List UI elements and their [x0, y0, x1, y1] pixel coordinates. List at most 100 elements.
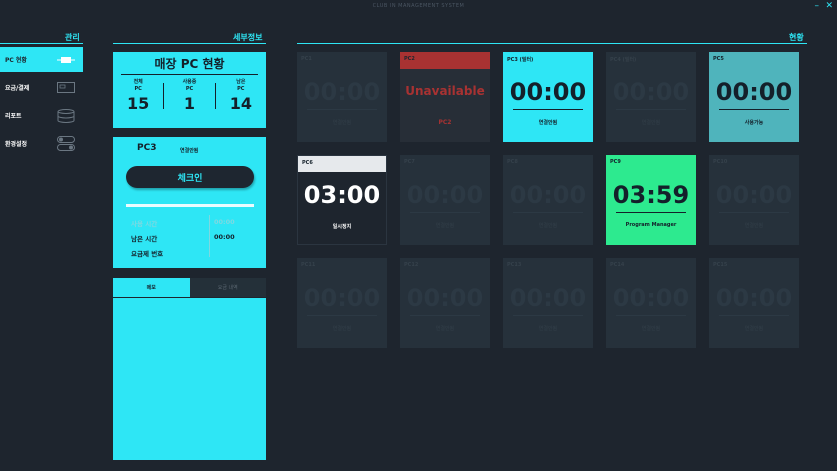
pc-tile-name: PC10 [713, 159, 728, 165]
pc-tile-time: 00:00 [715, 181, 793, 209]
pc-tile-time: 00:00 [406, 284, 484, 312]
pc-tile-name: PC6 [298, 156, 386, 172]
pc-tile-status: 사용가능 [744, 120, 764, 126]
pc-tile[interactable]: PC10 00:00 연결안됨 [709, 155, 799, 245]
remaining-time-label: 남은 시간 [131, 235, 158, 243]
selected-pc-panel: PC3 연결안됨 체크인 사용 시간 00:00 남은 시간 00:00 요금제… [113, 137, 266, 268]
pc-tile[interactable]: PC12 00:00 연결안됨 [400, 258, 490, 348]
stat-value: 14 [229, 94, 252, 113]
stats-row: 전체 PC 15 사용중 PC 1 남은 PC 14 [113, 79, 266, 113]
pc-tile[interactable]: PC5 00:00 사용가능 [709, 52, 799, 142]
stat-label: 전체 PC [133, 79, 143, 92]
database-icon [57, 108, 75, 123]
sidebar-item-label: 요금/결제 [5, 85, 30, 92]
stat-label: 남은 PC [236, 79, 246, 92]
divider [410, 212, 480, 213]
usage-time-value: 00:00 [214, 218, 235, 226]
sidebar-item-pc-status[interactable]: PC 현황 [0, 47, 83, 72]
pc-tile[interactable]: PC11 00:00 연결안됨 [297, 258, 387, 348]
pc-tile[interactable]: PC2 Unavailable PC2 [400, 52, 490, 142]
sidebar-item-label: PC 현황 [5, 57, 27, 64]
divider [719, 109, 789, 110]
divider [513, 212, 583, 213]
pc-tile-unavailable: Unavailable [405, 84, 485, 98]
usage-progress-bar [126, 204, 254, 207]
pc-tile-time: 00:00 [303, 78, 381, 106]
pc-tile-name: PC11 [301, 262, 316, 268]
divider [719, 212, 789, 213]
pc-tile-status: 연결안됨 [641, 120, 661, 126]
divider [616, 315, 686, 316]
divider [307, 109, 377, 110]
pc-tile-time: 00:00 [509, 284, 587, 312]
checkin-button[interactable]: 체크인 [126, 166, 254, 188]
stat-value: 1 [183, 94, 196, 113]
sidebar-item-report[interactable]: 리포트 [0, 103, 83, 128]
pc-tile-name: PC8 [507, 159, 518, 165]
pc-tile[interactable]: PC3 (밀터) 00:00 연결안됨 [503, 52, 593, 142]
pc-tile-status: 일시정지 [332, 224, 352, 230]
pc-tile-status: 연결안됨 [744, 223, 764, 229]
section-title-detail: 세부정보 [233, 33, 263, 42]
pc-tile-status: 연결안됨 [641, 326, 661, 332]
tab-billing-history[interactable]: 요금 내역 [190, 278, 267, 297]
divider [513, 315, 583, 316]
pc-tile[interactable]: PC14 00:00 연결안됨 [606, 258, 696, 348]
sidebar-item-billing[interactable]: 요금/결제 [0, 75, 83, 100]
pc-tile[interactable]: PC15 00:00 연결안됨 [709, 258, 799, 348]
pc-tile-status: PC2 [438, 119, 452, 126]
pc-tile-name: PC7 [404, 159, 415, 165]
pc-tile-status: 연결안됨 [435, 223, 455, 229]
window-title: CLUB IN MANAGEMENT SYSTEM [372, 3, 465, 9]
pc-tile-status: Program Manager [625, 222, 677, 228]
pc-tile-name: PC3 (밀터) [507, 57, 534, 63]
pc-tile[interactable]: PC8 00:00 연결안됨 [503, 155, 593, 245]
remaining-time-value: 00:00 [214, 233, 235, 241]
pc-tile-time: 00:00 [509, 78, 587, 106]
stat-remaining: 남은 PC 14 [216, 79, 266, 113]
pc-tile-status: 연결안됨 [435, 326, 455, 332]
pc-tile-name: PC14 [610, 262, 625, 268]
toggle-icon [57, 136, 75, 151]
pc-tile[interactable]: PC6 03:00 일시정지 [297, 155, 387, 245]
pc-tile-time: 00:00 [715, 284, 793, 312]
pc-tile-time: 00:00 [612, 78, 690, 106]
pc-tile-time: 03:59 [612, 181, 690, 209]
tab-memo[interactable]: 메모 [113, 278, 190, 297]
close-button[interactable]: ✕ [825, 1, 833, 11]
card-icon [57, 82, 75, 94]
pc-tile-time: 00:00 [406, 181, 484, 209]
memo-textarea[interactable] [113, 298, 266, 460]
pc-tile-name: PC4 (밀터) [610, 57, 637, 63]
pc-tile-status: 연결안됨 [538, 326, 558, 332]
pc-tile-status: 연결안됨 [332, 326, 352, 332]
divider [209, 215, 210, 257]
pc-tile-status: 연결안됨 [538, 223, 558, 229]
pc-tile[interactable]: PC7 00:00 연결안됨 [400, 155, 490, 245]
pc-tile-name: PC12 [404, 262, 419, 268]
usage-time-label: 사용 시간 [131, 220, 158, 228]
pc-tile[interactable]: PC13 00:00 연결안됨 [503, 258, 593, 348]
sidebar-item-label: 리포트 [5, 113, 22, 120]
pc-tile-name: PC15 [713, 262, 728, 268]
divider [113, 43, 266, 44]
section-title-status: 현황 [789, 33, 804, 42]
divider [308, 213, 376, 214]
pc-tile[interactable]: PC9 03:59 Program Manager [606, 155, 696, 245]
divider [616, 212, 686, 213]
divider [616, 109, 686, 110]
summary-title: 매장 PC 현황 [154, 57, 225, 71]
selected-pc-name: PC3 [137, 143, 157, 153]
pc-tile[interactable]: PC4 (밀터) 00:00 연결안됨 [606, 52, 696, 142]
pc-tile-status: 연결안됨 [744, 326, 764, 332]
sidebar-item-settings[interactable]: 환경설정 [0, 131, 83, 156]
title-bar: CLUB IN MANAGEMENT SYSTEM – ✕ [0, 0, 837, 14]
pc-tile-status: 연결안됨 [332, 120, 352, 126]
pc-tile-name: PC1 [301, 56, 312, 62]
pc-tile[interactable]: PC1 00:00 연결안됨 [297, 52, 387, 142]
detail-tabs: 메모 요금 내역 [113, 278, 266, 297]
divider [719, 315, 789, 316]
pc-tile-time: 00:00 [509, 181, 587, 209]
minimize-button[interactable]: – [815, 1, 820, 11]
stat-label: 사용중 PC [182, 79, 197, 92]
